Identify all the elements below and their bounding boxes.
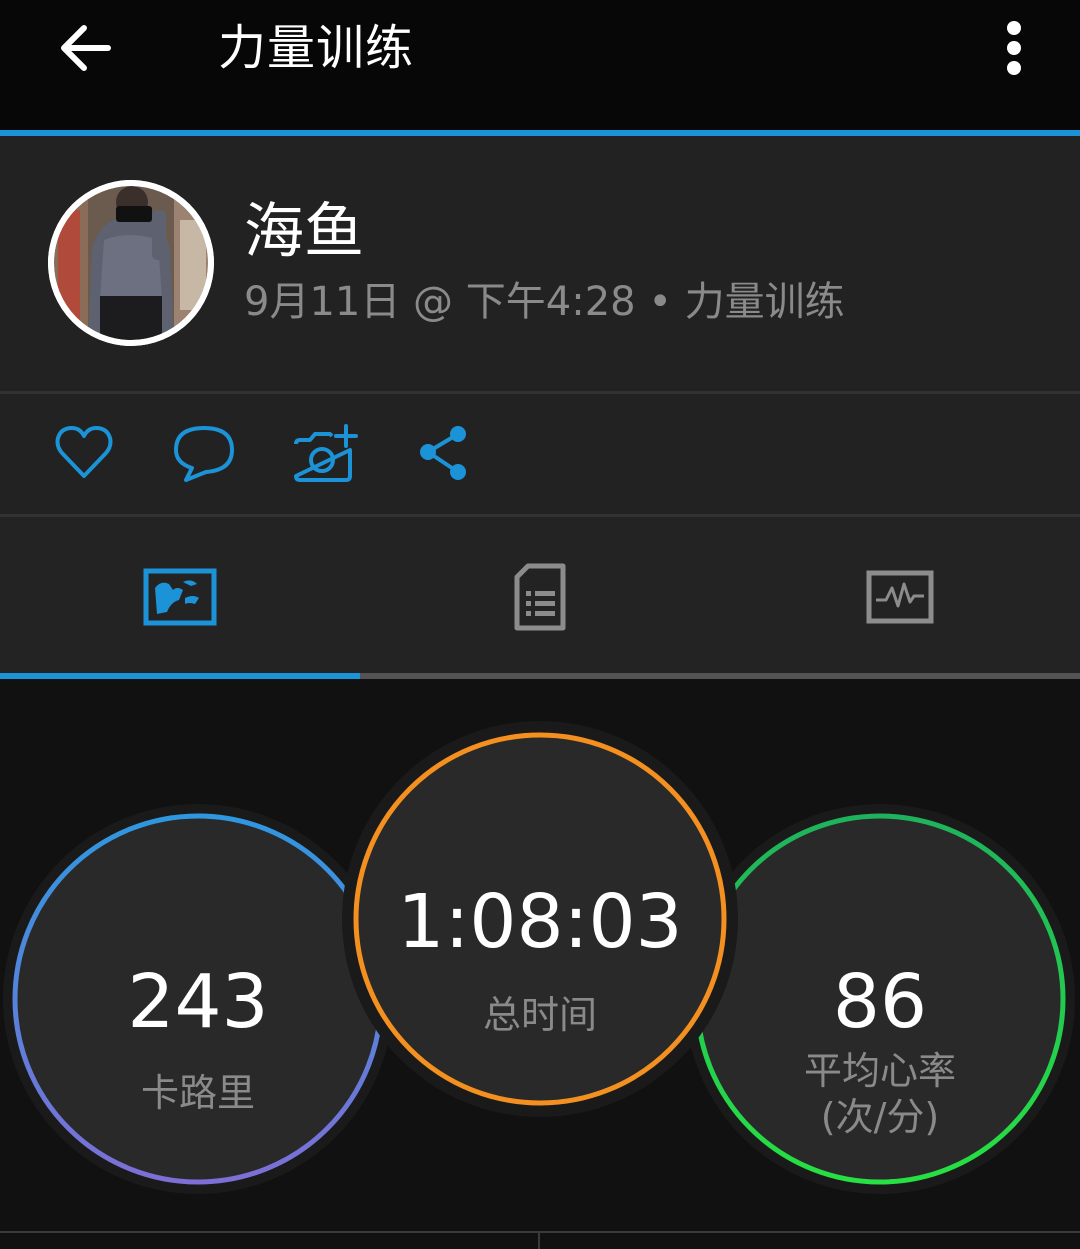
activity-meta: 9月11日 @ 下午4:28 • 力量训练 bbox=[244, 279, 845, 325]
user-name[interactable]: 海鱼 bbox=[244, 196, 364, 268]
more-vertical-icon bbox=[1007, 21, 1021, 75]
stats-panel: 243 卡路里 1:08:03 总时间 86 平均心率 (次/分) bbox=[0, 679, 1080, 1231]
tab-charts[interactable] bbox=[720, 517, 1080, 673]
comment-button[interactable] bbox=[172, 420, 236, 490]
avg-hr-value: 86 bbox=[832, 959, 928, 1045]
app-bar: 力量训练 bbox=[0, 0, 1080, 130]
avatar[interactable] bbox=[48, 180, 214, 346]
tab-bar bbox=[0, 517, 1080, 673]
bottom-area bbox=[0, 1233, 1080, 1249]
share-icon bbox=[420, 426, 466, 480]
total-time-label: 总时间 bbox=[482, 993, 597, 1037]
calories-label: 卡路里 bbox=[140, 1071, 255, 1115]
calories-value: 243 bbox=[127, 959, 269, 1045]
total-time-value: 1:08:03 bbox=[397, 879, 683, 965]
page-title: 力量训练 bbox=[218, 20, 415, 76]
arrow-left-icon bbox=[61, 25, 111, 71]
overview-map-icon bbox=[143, 568, 217, 626]
heart-icon bbox=[55, 426, 113, 478]
more-options-button[interactable] bbox=[996, 18, 1032, 78]
chart-activity-icon bbox=[866, 570, 934, 624]
activity-header: 海鱼 9月11日 @ 下午4:28 • 力量训练 bbox=[0, 136, 1080, 391]
avg-hr-unit: (次/分) bbox=[820, 1095, 940, 1139]
back-button[interactable] bbox=[58, 22, 114, 74]
add-photo-button[interactable] bbox=[292, 420, 360, 490]
avg-hr-label: 平均心率 bbox=[803, 1049, 956, 1093]
like-button[interactable] bbox=[54, 420, 114, 490]
comment-icon bbox=[174, 426, 234, 482]
tab-overview[interactable] bbox=[0, 517, 360, 673]
add-photo-icon bbox=[294, 424, 358, 482]
action-row bbox=[0, 394, 1080, 514]
share-button[interactable] bbox=[416, 420, 472, 490]
bottom-divider-tick bbox=[538, 1233, 540, 1249]
details-document-icon bbox=[514, 563, 566, 631]
bottom-divider bbox=[0, 1231, 1080, 1233]
tab-details[interactable] bbox=[360, 517, 720, 673]
